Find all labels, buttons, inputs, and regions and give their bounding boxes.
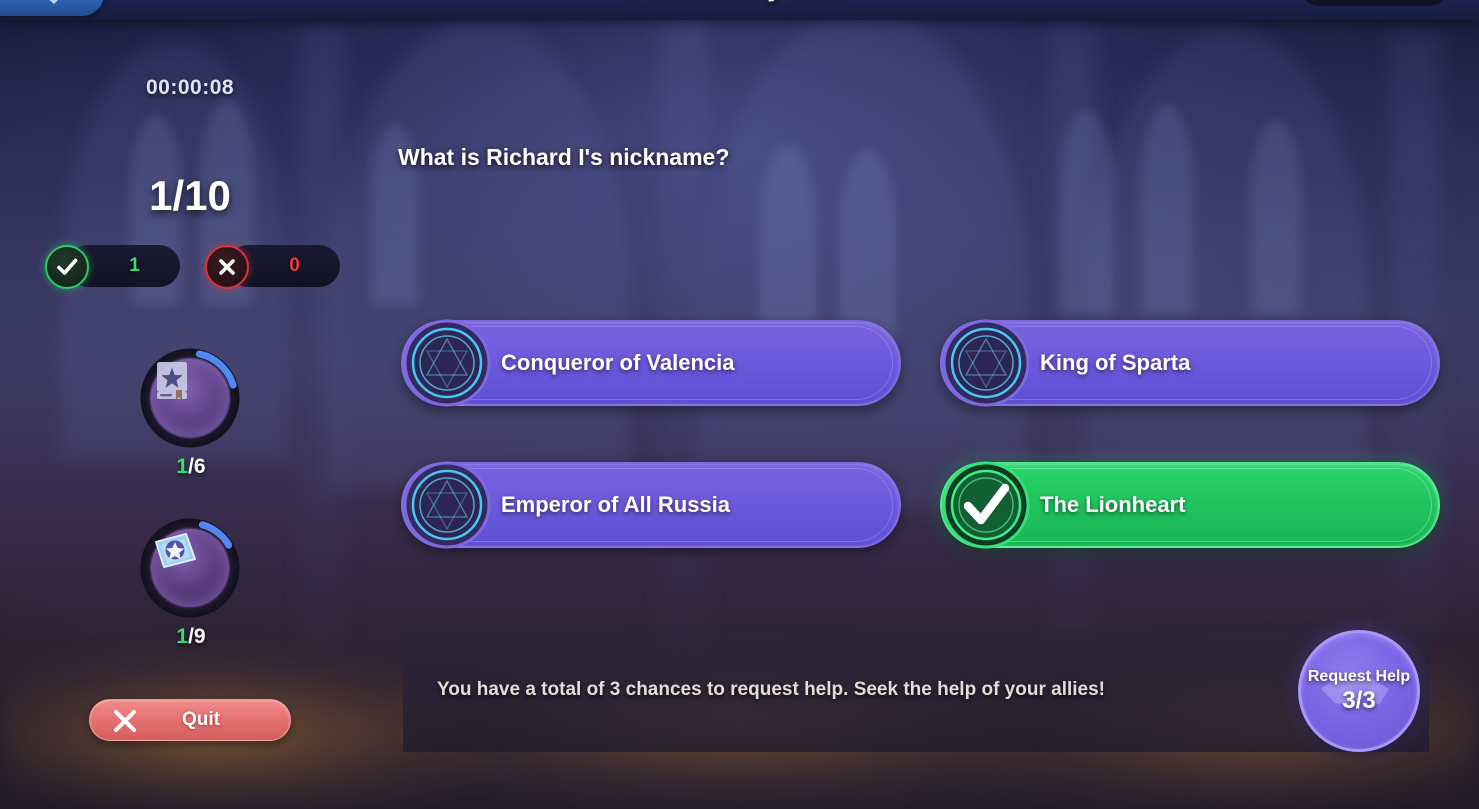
answer-grid: A Conqueror of Valencia B King of Sparta [401, 319, 1440, 552]
request-help-count: 3/3 [1342, 686, 1376, 714]
request-help-label: Request Help [1307, 667, 1411, 685]
answer-option-d-correct[interactable]: The Lionheart [940, 461, 1440, 549]
bg-window [1060, 110, 1114, 315]
question-progress: 1/10 [149, 172, 231, 219]
bg-window [840, 150, 896, 345]
answer-text: Conqueror of Valencia [501, 350, 735, 375]
powerup-current: 1 [176, 455, 189, 478]
star-card-icon [151, 529, 229, 607]
powerup-count: 1/6 [140, 455, 242, 479]
wrong-score-value: 0 [289, 255, 300, 276]
answer-check-badge-icon [942, 461, 1030, 549]
quit-button[interactable]: Quit [89, 699, 291, 741]
question-text: What is Richard I's nickname? [398, 144, 730, 170]
answer-letter-badge-icon [403, 319, 491, 407]
game-stage: Preliminary Trial 0/3 00:00:08 1/10 1 [0, 0, 1479, 809]
top-header-bar: Preliminary Trial 0/3 [0, 0, 1479, 20]
powerup-progress-ring [140, 348, 240, 448]
powerup-count: 1/9 [140, 625, 242, 649]
book-star-icon [151, 359, 229, 437]
answer-option-a[interactable]: A Conqueror of Valencia [401, 319, 901, 407]
page-title: Preliminary Trial [0, 0, 1479, 3]
correct-score-chip: 1 [45, 245, 180, 289]
answer-text: Emperor of All Russia [501, 492, 731, 517]
bg-window [760, 145, 816, 345]
answer-letter-badge-icon [942, 319, 1030, 407]
score-row: 1 0 [45, 245, 340, 289]
answer-letter-badge-icon [403, 461, 491, 549]
answer-option-b[interactable]: B King of Sparta [940, 319, 1440, 407]
wrong-score-chip: 0 [205, 245, 340, 289]
help-message: You have a total of 3 chances to request… [437, 679, 1105, 700]
powerup-current: 1 [176, 625, 189, 648]
check-circle-icon [45, 245, 89, 289]
answer-option-c[interactable]: C Emperor of All Russia [401, 461, 901, 549]
help-banner: You have a total of 3 chances to request… [403, 628, 1429, 752]
bg-window [1140, 105, 1194, 315]
powerup-max: 6 [193, 455, 206, 478]
bg-window [1250, 120, 1302, 315]
answer-text: The Lionheart [1040, 492, 1186, 517]
powerup-star-card[interactable]: 1/9 [140, 518, 242, 649]
correct-score-value: 1 [129, 255, 140, 276]
x-circle-icon [205, 245, 249, 289]
token-counter: 0/3 [1299, 0, 1449, 6]
request-help-button[interactable]: Request Help 3/3 [1298, 630, 1420, 752]
powerup-hint-book[interactable]: 1/6 [140, 348, 242, 479]
countdown-timer: 00:00:08 [146, 76, 235, 99]
answer-text: King of Sparta [1040, 350, 1191, 375]
powerup-max: 9 [193, 625, 206, 648]
powerup-progress-ring [140, 518, 240, 618]
close-x-icon [114, 710, 136, 732]
